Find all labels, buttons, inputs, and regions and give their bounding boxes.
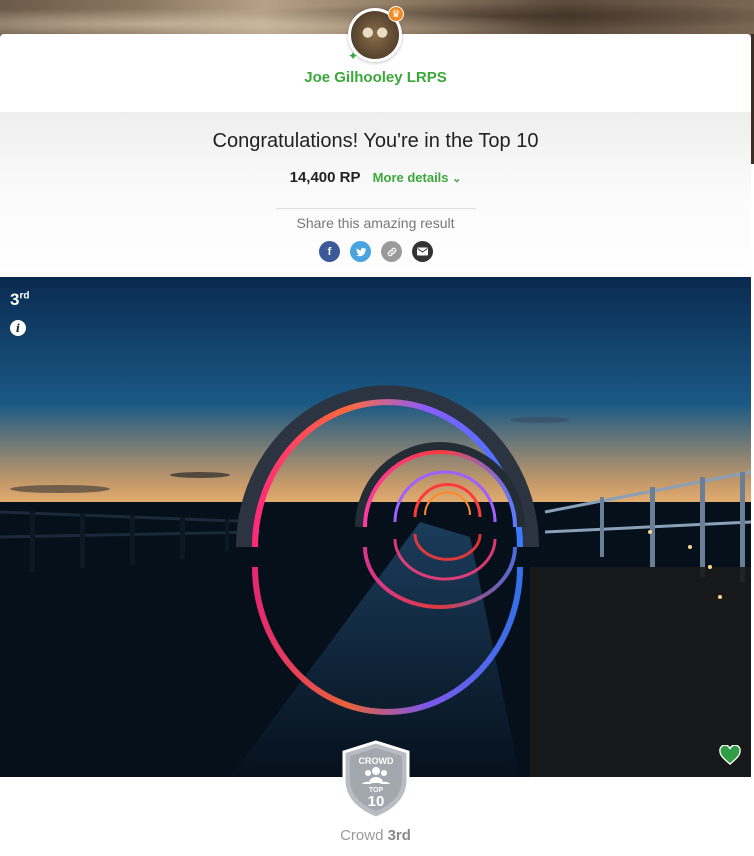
info-icon[interactable]: i [10, 320, 26, 336]
email-share-button[interactable] [412, 241, 433, 262]
crowd-rank: 3rd [387, 827, 411, 844]
points-value: 14,400 RP [289, 169, 361, 186]
divider [276, 208, 476, 209]
more-details-label[interactable]: More details [373, 170, 449, 185]
crown-icon: ♛ [388, 6, 404, 22]
chevron-down-icon[interactable]: ⌄ [452, 173, 461, 185]
badge-top-text: CROWD [359, 756, 394, 766]
link-icon[interactable] [386, 246, 398, 258]
points-row: 14,400 RP More details ⌄ [0, 169, 751, 186]
more-details-link[interactable]: More details ⌄ [373, 170, 462, 185]
photo-image [0, 277, 751, 777]
avatar-container[interactable]: ♛ ✦ [348, 6, 404, 63]
copy-link-button[interactable] [381, 241, 402, 262]
heart-icon[interactable] [719, 745, 741, 765]
crowd-label: Crowd [340, 827, 384, 844]
twitter-icon[interactable] [355, 246, 367, 258]
congratulations-heading: Congratulations! You're in the Top 10 [212, 130, 539, 152]
badge-number: 10 [368, 793, 385, 810]
crowd-top10-badge: CROWD TOP 10 [342, 740, 410, 820]
star-icon: ✦ [348, 49, 359, 63]
crowd-result: Crowd 3rd [0, 827, 751, 844]
facebook-icon[interactable]: f [328, 246, 332, 258]
share-buttons: f [319, 241, 433, 262]
photo[interactable] [0, 277, 751, 777]
twitter-share-button[interactable] [350, 241, 371, 262]
photo-rank: 3rd [10, 290, 29, 310]
email-icon[interactable] [417, 247, 428, 256]
photo-rank-suffix: rd [19, 290, 30, 302]
user-name[interactable]: Joe Gilhooley LRPS [0, 69, 751, 86]
share-label: Share this amazing result [296, 215, 455, 231]
facebook-share-button[interactable]: f [319, 241, 340, 262]
